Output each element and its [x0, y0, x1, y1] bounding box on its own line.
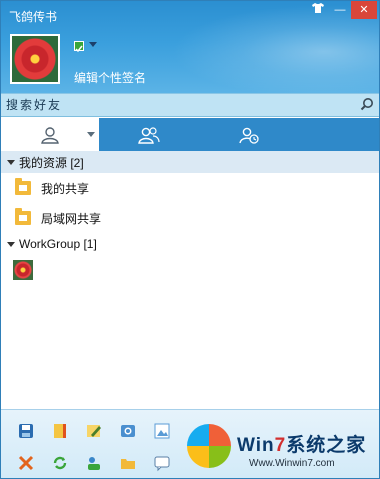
- tab-contacts[interactable]: [1, 118, 99, 151]
- group-header-resources[interactable]: 我的资源 [2]: [1, 151, 379, 173]
- chevron-down-icon[interactable]: [87, 132, 95, 137]
- window-title: 飞鸽传书: [9, 10, 58, 24]
- expand-triangle-icon[interactable]: [7, 159, 15, 165]
- save-disk-icon[interactable]: [17, 422, 35, 440]
- bottom-toolbar: Win7系统之家 Www.Winwin7.com: [1, 409, 379, 478]
- skin-button[interactable]: [307, 1, 329, 19]
- shirt-icon: [312, 3, 324, 13]
- clock-person-icon: [239, 127, 259, 144]
- message-icon[interactable]: [153, 454, 171, 472]
- contact-list: 我的资源 [2] 我的共享 局域网共享 WorkGroup [1]: [1, 151, 379, 406]
- window-controls: — ✕: [307, 1, 377, 19]
- screenshot-icon[interactable]: [119, 422, 137, 440]
- signature-field[interactable]: 编辑个性签名: [74, 69, 146, 86]
- search-input[interactable]: [6, 96, 356, 114]
- feige-main-window: 飞鸽传书 — ✕ 编辑个性签名 搜索好友 我的资源 [2] 我的共享 局域网共享…: [0, 0, 380, 479]
- tab-groups[interactable]: [99, 118, 199, 151]
- network-users-icon[interactable]: [85, 454, 103, 472]
- list-item-my-share[interactable]: 我的共享: [1, 173, 379, 203]
- member-avatar: [13, 260, 33, 280]
- group-label: 我的资源 [2]: [19, 155, 84, 170]
- tab-recent[interactable]: [199, 118, 299, 151]
- refresh-icon[interactable]: [51, 454, 69, 472]
- edit-note-icon[interactable]: [85, 422, 103, 440]
- expand-triangle-icon[interactable]: [7, 241, 15, 247]
- windows-flag-icon: [187, 424, 231, 468]
- list-item-label: 我的共享: [41, 181, 90, 196]
- group-header-workgroup[interactable]: WorkGroup [1]: [1, 233, 379, 255]
- close-button[interactable]: ✕: [351, 1, 377, 19]
- profile-header: 飞鸽传书 — ✕ 编辑个性签名: [1, 1, 379, 93]
- tools-icon[interactable]: [17, 454, 35, 472]
- list-item-lan-share[interactable]: 局域网共享: [1, 203, 379, 233]
- minimize-button[interactable]: —: [329, 1, 351, 19]
- tool-grid: [9, 422, 179, 472]
- shared-folder-icon: [15, 208, 31, 225]
- logo-brand: Win7系统之家: [237, 435, 367, 456]
- status-dropdown-icon[interactable]: [89, 42, 97, 47]
- person-icon: [41, 126, 59, 144]
- notebook-icon[interactable]: [51, 422, 69, 440]
- search-icon[interactable]: [360, 97, 374, 111]
- avatar[interactable]: [10, 34, 60, 84]
- shared-folder-icon: [15, 178, 31, 195]
- list-item-label: 局域网共享: [41, 211, 102, 226]
- search-bar: [1, 93, 379, 117]
- online-status-icon[interactable]: [74, 41, 84, 53]
- group-icon: [138, 126, 160, 144]
- list-item-workgroup-member[interactable]: [1, 255, 379, 285]
- win7-watermark-logo: Win7系统之家 Www.Winwin7.com: [187, 424, 377, 478]
- folder-icon[interactable]: [119, 454, 137, 472]
- tab-bar: [1, 118, 379, 151]
- image-icon[interactable]: [153, 422, 171, 440]
- group-label: WorkGroup [1]: [19, 237, 97, 251]
- logo-url: Www.Winwin7.com: [249, 458, 335, 469]
